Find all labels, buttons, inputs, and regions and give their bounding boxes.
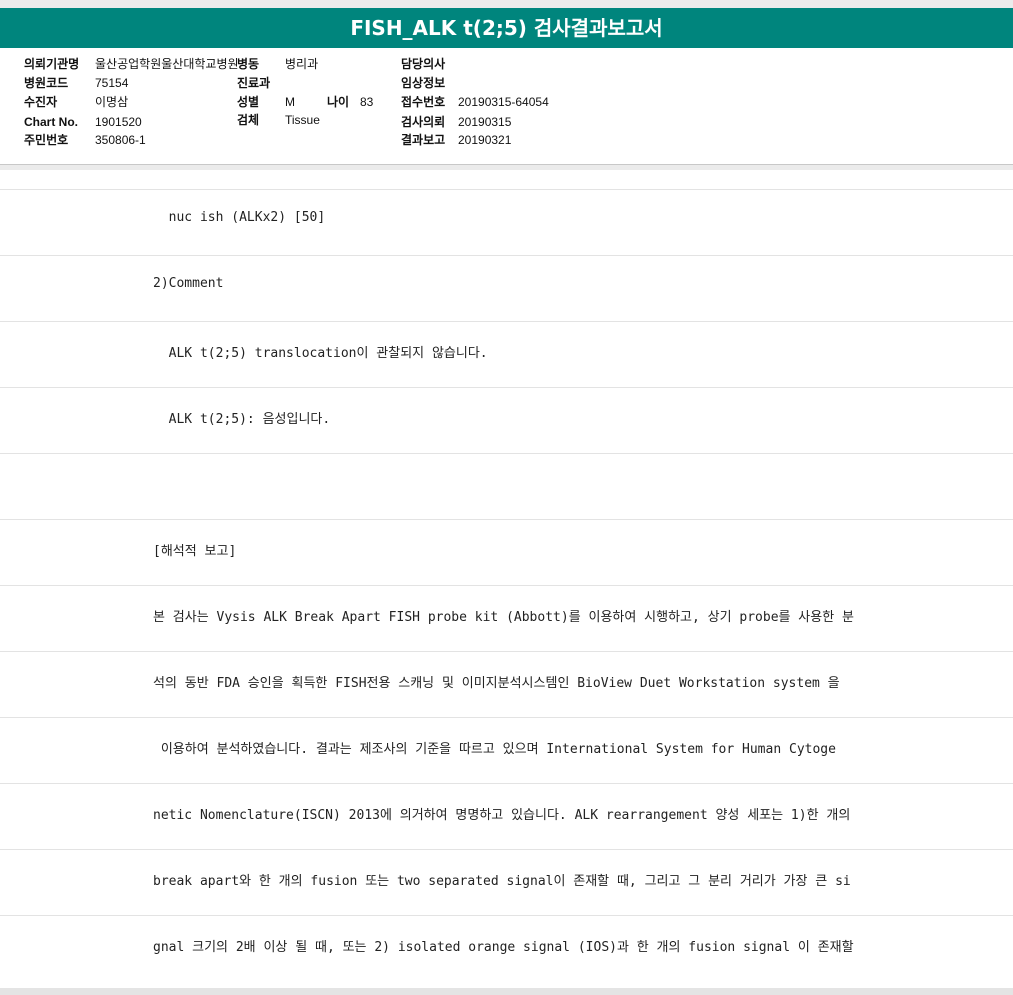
report-line: 본 검사는 Vysis ALK Break Apart FISH probe k…: [0, 585, 1013, 650]
chart-no-value: 1901520: [95, 115, 142, 129]
report-line-text: 2)Comment: [153, 276, 224, 291]
patient-info-panel: 의뢰기관명 울산공업학원울산대학교병원 병동 병리과 담당의사 병원코드 751…: [0, 48, 1013, 165]
specimen-value: Tissue: [285, 113, 320, 127]
id-number-label: 주민번호: [24, 133, 69, 147]
report-body: nuc ish (ALKx2) [50] 2)Comment ALK t(2;5…: [0, 170, 1013, 988]
sex-value: M: [285, 95, 295, 109]
institution-label: 의뢰기관명: [24, 57, 80, 71]
institution-value: 울산공업학원울산대학교병원: [95, 57, 239, 71]
report-line-text: netic Nomenclature(ISCN) 2013에 의거하여 명명하고…: [153, 808, 851, 823]
doctor-label: 담당의사: [401, 57, 446, 71]
report-line: gnal 크기의 2배 이상 될 때, 또는 2) isolated orang…: [0, 915, 1013, 980]
report-date-value: 20190321: [458, 133, 512, 147]
report-line-text: gnal 크기의 2배 이상 될 때, 또는 2) isolated orang…: [153, 940, 854, 955]
request-date-value: 20190315: [458, 115, 512, 129]
report-line-text: break apart와 한 개의 fusion 또는 two separate…: [153, 874, 851, 889]
report-line: [0, 453, 1013, 518]
report-line: 이용하여 분석하였습니다. 결과는 제조사의 기준을 따르고 있으며 Inter…: [0, 717, 1013, 782]
report-line: ALK t(2;5): 음성입니다.: [0, 387, 1013, 452]
receipt-no-value: 20190315-64054: [458, 95, 549, 109]
report-line-text: nuc ish (ALKx2) [50]: [153, 210, 326, 225]
examinee-value: 이명삼: [95, 95, 129, 109]
request-date-label: 검사의뢰: [401, 115, 446, 129]
report-line-text: 이용하여 분석하였습니다. 결과는 제조사의 기준을 따르고 있으며 Inter…: [153, 742, 836, 757]
report-line: netic Nomenclature(ISCN) 2013에 의거하여 명명하고…: [0, 783, 1013, 848]
report-line: ALK t(2;5) translocation이 관찰되지 않습니다.: [0, 321, 1013, 386]
report-line: 석의 동반 FDA 승인을 획득한 FISH전용 스캐닝 및 이미지분석시스템인…: [0, 651, 1013, 716]
hospital-code-label: 병원코드: [24, 76, 69, 90]
examinee-label: 수진자: [24, 95, 58, 109]
ward-value: 병리과: [285, 57, 319, 71]
report-title: FISH_ALK t(2;5) 검사결과보고서: [0, 8, 1013, 48]
ward-label: 병동: [237, 57, 260, 71]
specimen-label: 검체: [237, 113, 260, 127]
report-line-text: ALK t(2;5): 음성입니다.: [153, 412, 331, 427]
department-label: 진료과: [237, 76, 271, 90]
report-line: [해석적 보고]: [0, 519, 1013, 584]
report-line: 2)Comment: [0, 255, 1013, 320]
report-line-text: ALK t(2;5) translocation이 관찰되지 않습니다.: [153, 346, 488, 361]
chart-no-label: Chart No.: [24, 115, 78, 129]
age-value: 83: [360, 95, 374, 109]
sex-label: 성별: [237, 95, 260, 109]
report-line: nuc ish (ALKx2) [50]: [0, 189, 1013, 254]
report-line: break apart와 한 개의 fusion 또는 two separate…: [0, 849, 1013, 914]
report-line-text: 본 검사는 Vysis ALK Break Apart FISH probe k…: [153, 610, 854, 625]
receipt-no-label: 접수번호: [401, 95, 446, 109]
report-line-text: [해석적 보고]: [153, 544, 237, 559]
hospital-code-value: 75154: [95, 76, 129, 90]
scroll-gutter: [0, 988, 1013, 995]
age-label: 나이: [327, 95, 350, 109]
clinical-info-label: 임상정보: [401, 76, 446, 90]
report-line-text: 석의 동반 FDA 승인을 획득한 FISH전용 스캐닝 및 이미지분석시스템인…: [153, 676, 840, 691]
id-number-value: 350806-1: [95, 133, 146, 147]
report-date-label: 결과보고: [401, 133, 446, 147]
